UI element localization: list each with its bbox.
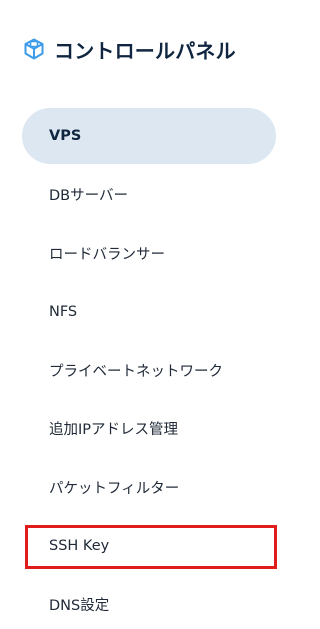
nav-item-label: NFS: [49, 303, 78, 320]
nav-item-private-network[interactable]: プライベートネットワーク: [22, 342, 276, 398]
cube-network-icon: [22, 37, 46, 61]
nav-item-additional-ip[interactable]: 追加IPアドレス管理: [22, 401, 276, 457]
brand-header[interactable]: コントロールパネル: [22, 34, 236, 64]
app-title: コントロールパネル: [54, 38, 236, 63]
sidebar: コントロールパネル VPS DBサーバーロードバランサー NFS プライベートネットワ…: [0, 0, 300, 629]
nav-item-dns[interactable]: DNS設定: [22, 576, 276, 629]
nav-item-vps[interactable]: VPS: [22, 108, 276, 164]
nav-item-ssh-key[interactable]: SSH Key: [22, 518, 277, 574]
nav-item-label: 追加IPアドレス管理: [49, 422, 179, 438]
nav-item-label: プライベートネットワーク: [49, 363, 223, 380]
nav-item-load-balancer[interactable]: ロードバランサー: [22, 225, 276, 281]
nav-item-nfs[interactable]: NFS: [22, 284, 276, 340]
nav-item-label: SSH Key: [49, 537, 110, 554]
nav-item-packet-filter[interactable]: パケットフィルター: [22, 459, 276, 515]
nav-item-label: VPS: [49, 128, 82, 144]
nav-item-label: ロードバランサー: [49, 246, 165, 263]
nav-item-label: DNS設定: [49, 597, 110, 614]
nav-item-label: DBサーバー: [49, 188, 128, 204]
sidebar-nav: VPS DBサーバーロードバランサー NFS プライベートネットワーク 追加IPアドレス…: [22, 108, 277, 629]
nav-item-db-server[interactable]: DBサーバー: [22, 167, 276, 223]
nav-item-label: パケットフィルター: [49, 480, 180, 497]
